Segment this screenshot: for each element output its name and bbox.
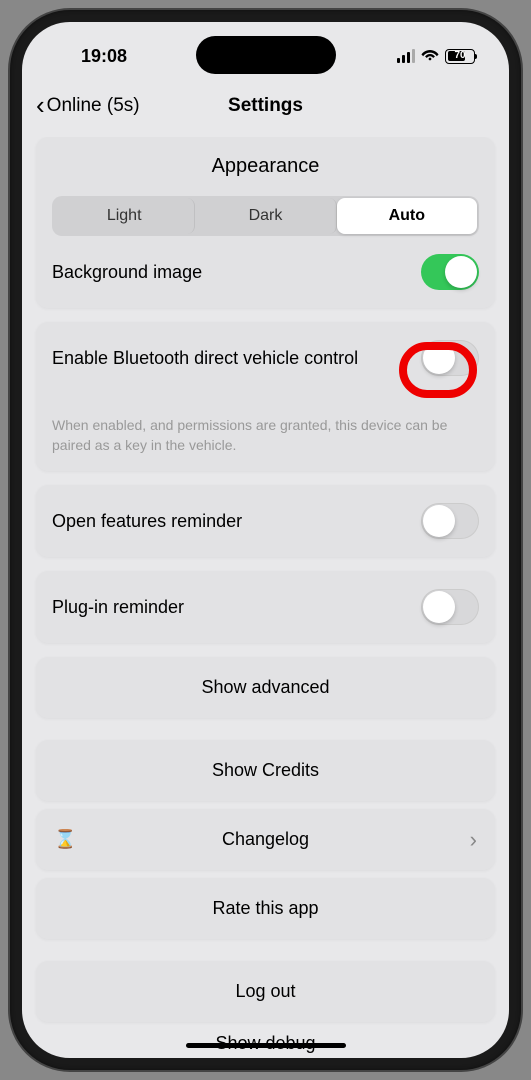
hourglass-icon: ⌛ (54, 829, 76, 850)
back-label: Online (5s) (47, 95, 140, 117)
logout-button[interactable]: Log out (36, 961, 495, 1022)
changelog-button[interactable]: ⌛ Changelog › (36, 809, 495, 870)
appearance-title: Appearance (52, 155, 479, 178)
home-indicator[interactable] (186, 1043, 346, 1048)
bg-image-label: Background image (52, 262, 202, 283)
open-features-card: Open features reminder (36, 485, 495, 557)
show-credits-button[interactable]: Show Credits (36, 740, 495, 801)
nav-bar: ‹ Online (5s) Settings (22, 80, 509, 137)
back-button[interactable]: ‹ Online (5s) (36, 90, 140, 121)
plugin-label: Plug-in reminder (52, 597, 184, 618)
open-features-label: Open features reminder (52, 511, 242, 532)
bluetooth-card: Enable Bluetooth direct vehicle control … (36, 322, 495, 471)
bluetooth-description: When enabled, and permissions are grante… (52, 416, 479, 455)
rate-app-button[interactable]: Rate this app (36, 878, 495, 939)
status-time: 19:08 (56, 46, 127, 67)
appearance-card: Appearance Light Dark Auto Background im… (36, 137, 495, 308)
wifi-icon (421, 47, 439, 66)
battery-icon: 70 (445, 49, 475, 64)
signal-icon (397, 49, 415, 63)
bluetooth-label: Enable Bluetooth direct vehicle control (52, 348, 358, 369)
open-features-toggle[interactable] (421, 503, 479, 539)
bluetooth-toggle[interactable] (421, 340, 479, 376)
show-advanced-button[interactable]: Show advanced (36, 657, 495, 718)
theme-segmented-control[interactable]: Light Dark Auto (52, 196, 479, 236)
chevron-right-icon: › (470, 827, 477, 853)
plugin-toggle[interactable] (421, 589, 479, 625)
theme-dark[interactable]: Dark (195, 198, 336, 234)
chevron-left-icon: ‹ (36, 90, 45, 121)
bg-image-toggle[interactable] (421, 254, 479, 290)
theme-auto[interactable]: Auto (337, 198, 477, 234)
plugin-reminder-card: Plug-in reminder (36, 571, 495, 643)
theme-light[interactable]: Light (54, 198, 195, 234)
page-title: Settings (228, 95, 303, 117)
